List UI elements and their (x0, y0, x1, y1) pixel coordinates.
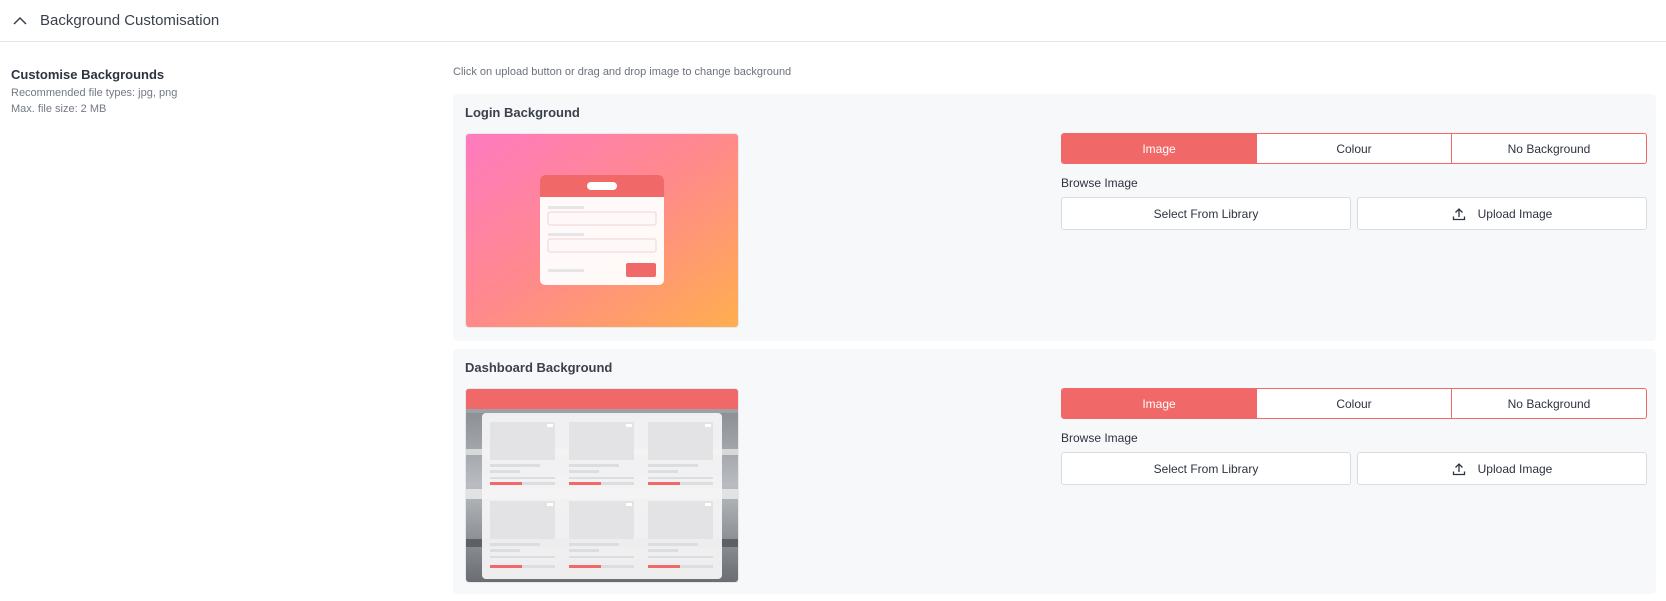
login-upload-image-button[interactable]: Upload Image (1357, 197, 1647, 230)
dashboard-select-from-library-label: Select From Library (1153, 461, 1259, 476)
left-heading: Customise Backgrounds (11, 67, 165, 82)
dashboard-select-from-library-button[interactable]: Select From Library (1061, 452, 1351, 485)
login-background-preview[interactable] (465, 133, 739, 328)
upload-hint: Click on upload button or drag and drop … (453, 66, 792, 78)
login-background-type-selector[interactable]: Image Colour No Background (1061, 133, 1647, 164)
login-select-from-library-button[interactable]: Select From Library (1061, 197, 1351, 230)
login-option-image[interactable]: Image (1062, 134, 1256, 163)
dashboard-background-card: Dashboard Background Image Colour No Bac… (453, 349, 1656, 594)
login-background-title: Login Background (465, 105, 580, 120)
dashboard-background-title: Dashboard Background (465, 360, 613, 375)
login-background-card: Login Background Image Colour No Backgro… (453, 94, 1656, 341)
dashboard-background-preview[interactable] (465, 388, 739, 583)
left-panel: Customise Backgrounds Recommended file t… (11, 67, 177, 117)
dashboard-upload-image-button[interactable]: Upload Image (1357, 452, 1647, 485)
login-browse-label: Browse Image (1061, 176, 1138, 190)
upload-icon (1452, 462, 1466, 476)
login-upload-image-label: Upload Image (1477, 206, 1553, 221)
dashboard-background-type-selector[interactable]: Image Colour No Background (1061, 388, 1647, 419)
upload-icon (1452, 207, 1466, 221)
login-option-no-background[interactable]: No Background (1451, 134, 1646, 163)
chevron-up-icon[interactable] (13, 14, 27, 28)
dashboard-browse-label: Browse Image (1061, 431, 1138, 445)
dashboard-option-colour[interactable]: Colour (1256, 389, 1451, 418)
dashboard-option-no-background[interactable]: No Background (1451, 389, 1646, 418)
section-title: Background Customisation (40, 12, 220, 29)
max-size-text: Max. file size: 2 MB (11, 103, 107, 115)
login-select-from-library-label: Select From Library (1153, 206, 1259, 221)
dashboard-option-image[interactable]: Image (1062, 389, 1256, 418)
dashboard-upload-image-label: Upload Image (1477, 461, 1553, 476)
section-header: Background Customisation (0, 0, 1666, 42)
file-types-text: Recommended file types: jpg, png (11, 87, 178, 99)
login-option-colour[interactable]: Colour (1256, 134, 1451, 163)
